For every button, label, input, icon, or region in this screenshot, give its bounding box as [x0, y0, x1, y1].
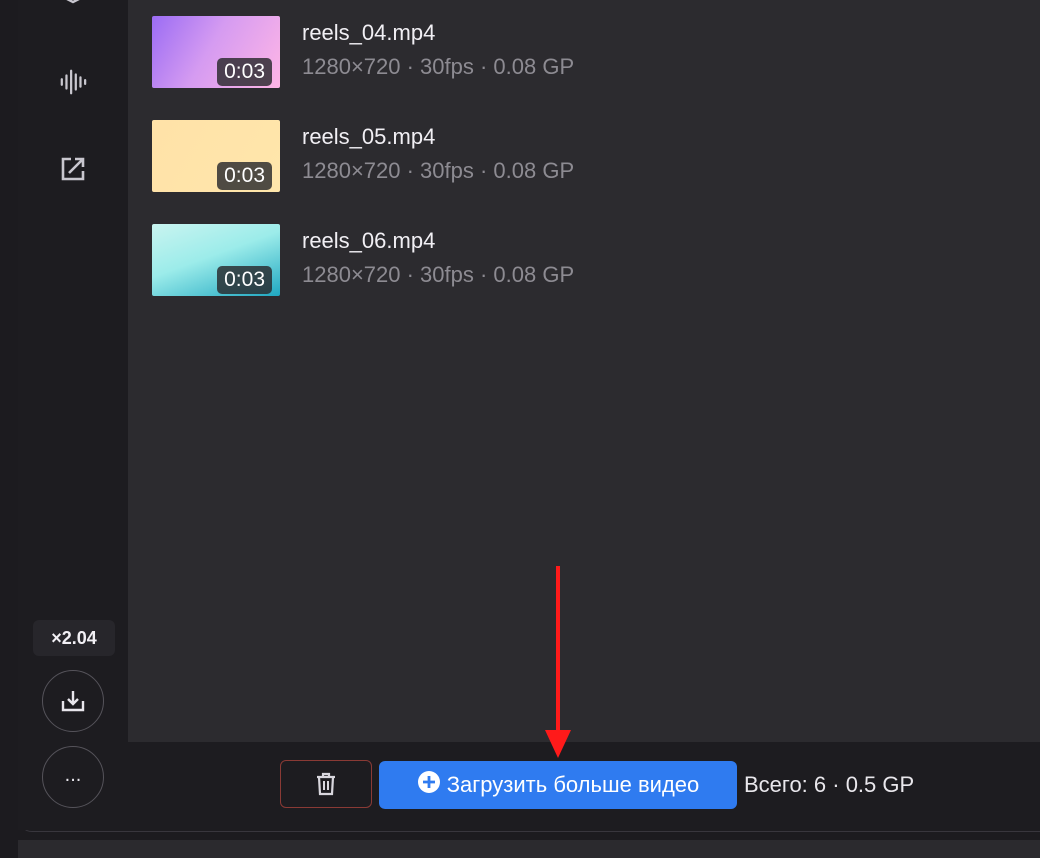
upload-more-label: Загрузить больше видео [446, 772, 700, 797]
file-name: reels_04.mp4 [302, 20, 436, 45]
delete-button[interactable] [280, 760, 372, 808]
list-item[interactable]: 0:03 reels_06.mp4 1280×720 · 30fps · 0.0… [152, 224, 852, 298]
plus-circle-icon [417, 771, 440, 793]
duration-badge: 0:03 [217, 266, 272, 294]
video-thumbnail: 0:03 [152, 16, 280, 88]
annotation-arrow-icon [545, 566, 571, 758]
file-meta: 1280×720 · 30fps · 0.08 GP [302, 158, 575, 183]
file-meta: 1280×720 · 30fps · 0.08 GP [302, 262, 575, 287]
list-item[interactable]: 0:03 reels_04.mp4 1280×720 · 30fps · 0.0… [152, 16, 852, 90]
file-name: reels_05.mp4 [302, 124, 436, 149]
more-button[interactable]: ... [42, 746, 104, 808]
file-name: reels_06.mp4 [302, 228, 436, 253]
list-item[interactable]: 0:03 reels_05.mp4 1280×720 · 30fps · 0.0… [152, 120, 852, 194]
total-summary: Всего: 6 · 0.5 GP [744, 772, 915, 797]
video-thumbnail: 0:03 [152, 120, 280, 192]
more-label: ... [64, 763, 82, 786]
duration-badge: 0:03 [217, 162, 272, 190]
zoom-level-badge: ×2.04 [33, 620, 115, 656]
bottom-strip [18, 840, 1040, 858]
upload-more-button[interactable]: Загрузить больше видео [379, 761, 737, 809]
video-thumbnail: 0:03 [152, 224, 280, 296]
shield-icon[interactable] [59, 0, 87, 14]
download-tray-icon [61, 691, 85, 712]
trash-icon [317, 772, 335, 796]
duration-badge: 0:03 [217, 58, 272, 86]
file-meta: 1280×720 · 30fps · 0.08 GP [302, 54, 575, 79]
external-link-icon[interactable] [59, 155, 87, 183]
waveform-icon[interactable] [59, 68, 87, 96]
download-button[interactable] [42, 670, 104, 732]
file-list: 0:03 reels_04.mp4 1280×720 · 30fps · 0.0… [128, 0, 1040, 742]
